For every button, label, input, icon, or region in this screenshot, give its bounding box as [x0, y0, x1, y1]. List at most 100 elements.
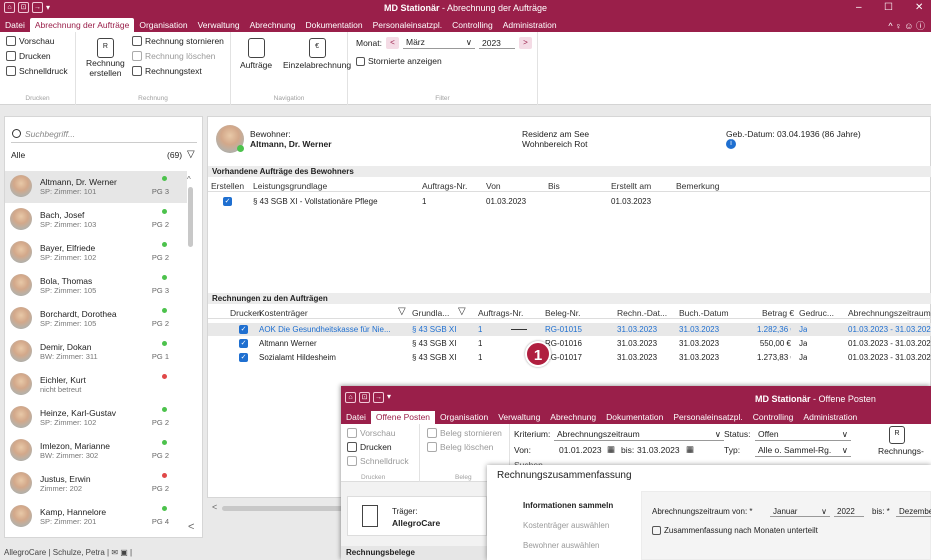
stornierte-toggle[interactable]: Stornierte anzeigen [356, 56, 442, 66]
search-input[interactable]: Suchbegriff... [11, 125, 197, 143]
drucken-checkbox[interactable]: ✓ [239, 339, 248, 348]
w2-menu-controlling[interactable]: Controlling [748, 411, 799, 424]
drucken-button[interactable]: Drucken [6, 51, 51, 61]
resident-list-item[interactable]: Kamp, Hannelore SP: Zimmer: 201 PG 4 [5, 501, 187, 533]
resident-list-item[interactable]: Bola, Thomas SP: Zimmer: 105 PG 3 [5, 270, 187, 302]
step-bewohner[interactable]: Bewohner auswählen [523, 541, 600, 550]
qat-dropdown-icon[interactable]: ▾ [387, 392, 391, 403]
col-abrechnungszeitraum[interactable]: Abrechnungszeitraum [848, 308, 931, 318]
next-month-button[interactable]: > [519, 37, 532, 49]
resident-list-item[interactable]: Demir, Dokan BW: Zimmer: 311 PG 1 [5, 336, 187, 368]
step-kostentraeger[interactable]: Kostenträger auswählen [523, 521, 609, 530]
filter-all-label[interactable]: Alle [11, 150, 25, 160]
w2-status-select[interactable]: Offen ∨ [755, 429, 851, 441]
w2-beleg-loeschen-button[interactable]: Beleg löschen [427, 442, 493, 452]
menu-controlling[interactable]: Controlling [447, 18, 498, 32]
w2-rechnungs-label[interactable]: Rechnungs- [878, 446, 924, 456]
col-drucken[interactable]: Drucken [230, 308, 262, 318]
vorschau-button[interactable]: Vorschau [6, 36, 54, 46]
col-rechnungsdatum[interactable]: Rechn.-Dat... [617, 308, 667, 318]
col-kostentraeger[interactable]: Kostenträger [259, 308, 308, 318]
w2-menu-datei[interactable]: Datei [341, 411, 371, 424]
monate-checkbox-row[interactable]: Zusammenfassung nach Monaten unterteilt [652, 526, 818, 535]
von-jahr-input[interactable]: 2022 [834, 507, 864, 517]
rechnung-stornieren-button[interactable]: Rechnung stornieren [132, 36, 224, 46]
einzelabrechnung-button[interactable]: € Einzelabrechnung [283, 38, 351, 70]
forward-icon[interactable]: → [373, 392, 384, 403]
col-beleg-nr[interactable]: Beleg-Nr. [545, 308, 580, 318]
w2-typ-select[interactable]: Alle o. Sammel-Rg. ∨ [755, 445, 851, 457]
menu-verwaltung[interactable]: Verwaltung [193, 18, 245, 32]
checkbox-icon[interactable] [356, 56, 365, 66]
col-von[interactable]: Von [486, 181, 501, 191]
rechnung-row[interactable]: ✓ AOK Die Gesundheitskasse für Nie... § 43… [208, 323, 931, 336]
calendar-icon[interactable]: ▦ [607, 444, 615, 455]
col-auftrags-nr[interactable]: Auftrags-Nr. [478, 308, 523, 318]
w2-bis-value[interactable]: 31.03.2023 [637, 445, 680, 455]
step-informationen[interactable]: Informationen sammeln [523, 501, 613, 510]
scroll-up-icon[interactable]: ^ [187, 175, 191, 184]
w2-menu-administration[interactable]: Administration [798, 411, 862, 424]
window-icon[interactable]: ⊡ [359, 392, 370, 403]
menu-personaleinsatzplanung[interactable]: Personaleinsatzpl. [368, 18, 447, 32]
menu-abrechnung-der-auftraege[interactable]: Abrechnung der Aufträge [29, 18, 135, 32]
resident-list-item[interactable]: Heinze, Karl-Gustav SP: Zimmer: 102 PG 2 [5, 402, 187, 434]
w2-schnelldruck-button[interactable]: Schnelldruck [347, 456, 409, 466]
filter-icon[interactable]: ▽ [187, 149, 195, 160]
resident-list-item[interactable]: Altmann, Dr. Werner SP: Zimmer: 101 PG 3 [5, 171, 187, 203]
home-icon[interactable]: ⌂ [345, 392, 356, 403]
menu-dokumentation[interactable]: Dokumentation [300, 18, 367, 32]
w2-drucken-button[interactable]: Drucken [347, 442, 392, 452]
w2-kriterium-select[interactable]: Abrechnungszeitraum ∨ [554, 429, 724, 441]
menu-organisation[interactable]: Organisation [134, 18, 192, 32]
month-select[interactable]: März ∨ [403, 37, 475, 49]
task-icon[interactable]: ▣ [120, 548, 130, 557]
close-icon[interactable]: ✕ [915, 2, 923, 13]
help-icons[interactable]: ^ ♀ ☺ ⓘ [888, 19, 925, 32]
resident-list-item[interactable]: Bayer, Elfriede SP: Zimmer: 102 PG 2 [5, 237, 187, 269]
drucken-checkbox[interactable]: ✓ [239, 353, 248, 362]
resident-list-item[interactable]: Eichler, Kurt nicht betreut [5, 369, 187, 401]
checkbox-icon[interactable] [652, 526, 661, 535]
erstellen-checkbox[interactable]: ✓ [223, 197, 232, 206]
schnelldruck-button[interactable]: Schnelldruck [6, 66, 68, 76]
rechnung-row[interactable]: ✓ Sozialamt Hildesheim § 43 SGB XI 1 RG-0101… [208, 351, 931, 364]
col-bis[interactable]: Bis [548, 181, 560, 191]
maximize-icon[interactable]: ☐ [884, 2, 893, 13]
menu-datei[interactable]: Datei [0, 18, 30, 32]
w2-menu-verwaltung[interactable]: Verwaltung [493, 411, 545, 424]
prev-month-button[interactable]: < [386, 37, 399, 49]
calendar-icon[interactable]: ▦ [686, 444, 694, 455]
list-scrollbar[interactable]: ^ [187, 175, 193, 475]
minimize-icon[interactable]: – [856, 2, 862, 13]
w2-von-value[interactable]: 01.01.2023 [559, 445, 602, 455]
scroll-left-icon[interactable]: < [212, 502, 217, 512]
col-leistungsgrundlage[interactable]: Leistungsgrundlage [253, 181, 327, 191]
mail-icon[interactable]: ✉ [111, 548, 120, 557]
w2-menu-organisation[interactable]: Organisation [435, 411, 493, 424]
rechnungstext-button[interactable]: Rechnungstext [132, 66, 202, 76]
collapse-panel-icon[interactable]: < [188, 521, 194, 533]
w2-menu-offene-posten[interactable]: Offene Posten [370, 411, 436, 424]
w2-beleg-stornieren-button[interactable]: Beleg stornieren [427, 428, 502, 438]
bis-monat-select[interactable]: Dezember [896, 507, 931, 517]
col-auftrags-nr[interactable]: Auftrags-Nr. [422, 181, 467, 191]
w2-vorschau-button[interactable]: Vorschau [347, 428, 395, 438]
info-icon[interactable]: i [726, 139, 736, 149]
resident-list-item[interactable]: Bach, Josef SP: Zimmer: 103 PG 2 [5, 204, 187, 236]
menu-administration[interactable]: Administration [498, 18, 562, 32]
col-erstellt-am[interactable]: Erstellt am [611, 181, 651, 191]
col-gedruckt[interactable]: Gedruc... [799, 308, 834, 318]
w2-menu-abrechnung[interactable]: Abrechnung [545, 411, 601, 424]
filter-icon[interactable]: ▽ [398, 306, 406, 317]
rechnung-loeschen-button[interactable]: Rechnung löschen [132, 51, 215, 61]
rechnung-row[interactable]: ✓ Altmann Werner § 43 SGB XI 1 RG-01016 31.03… [208, 337, 931, 350]
col-bemerkung[interactable]: Bemerkung [676, 181, 719, 191]
resident-list-item[interactable]: Borchardt, Dorothea SP: Zimmer: 105 PG 2 [5, 303, 187, 335]
rechnung-erstellen-button[interactable]: R Rechnung erstellen [86, 38, 125, 78]
col-grundlage[interactable]: Grundla... [412, 308, 449, 318]
col-buchungsdatum[interactable]: Buch.-Datum [679, 308, 729, 318]
auftrag-row[interactable]: ✓ § 43 SGB XI - Vollstationäre Pflege 1 … [208, 195, 931, 208]
menu-abrechnung[interactable]: Abrechnung [245, 18, 301, 32]
w2-menu-personaleinsatzpl[interactable]: Personaleinsatzpl. [668, 411, 747, 424]
